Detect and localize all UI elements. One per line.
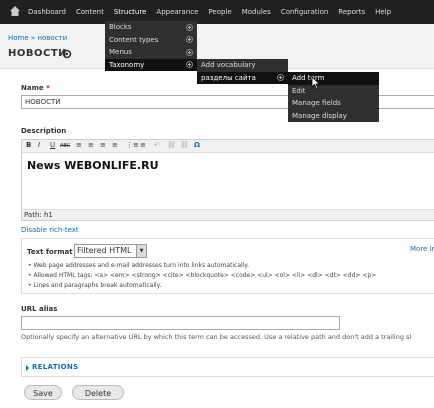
strikethrough-button[interactable]: ABC	[60, 143, 70, 149]
home-icon[interactable]	[8, 4, 22, 18]
text-format-value: Filtered HTML	[77, 246, 132, 255]
menu-item-blocks[interactable]: Blocks	[105, 21, 197, 34]
delete-button[interactable]: Delete	[72, 385, 124, 400]
menu-item-menus[interactable]: Menus	[105, 46, 197, 59]
mouse-cursor-icon	[311, 76, 321, 90]
url-alias-label: URL alias	[21, 305, 58, 313]
special-char-button[interactable]: Ω	[194, 141, 200, 149]
expand-icon	[186, 48, 193, 56]
name-label: Name *	[21, 84, 50, 92]
breadcrumb: Home » новости	[8, 34, 67, 42]
menu-item-manage-display[interactable]: Manage display	[288, 110, 379, 123]
taxonomy-dropdown: Add vocabulary разделы сайта	[197, 59, 288, 84]
toolbar-item-help[interactable]: Help	[375, 8, 391, 16]
toolbar-item-configuration[interactable]: Configuration	[281, 8, 328, 16]
relations-fieldset[interactable]: RELATIONS	[21, 357, 434, 377]
align-left-button[interactable]: ≡	[76, 141, 82, 149]
align-justify-button[interactable]: ≡	[112, 141, 118, 149]
gear-icon[interactable]	[62, 49, 72, 59]
url-alias-input[interactable]	[21, 316, 340, 330]
toolbar-item-people[interactable]: People	[208, 8, 231, 16]
toolbar-item-appearance[interactable]: Appearance	[156, 8, 198, 16]
bold-button[interactable]: B	[26, 141, 31, 149]
disable-rich-text-link[interactable]: Disable rich-text	[21, 226, 79, 234]
editor-path: Path: h1	[22, 209, 434, 220]
text-format-fieldset: Text format Filtered HTML ▼ More in Web …	[21, 238, 434, 294]
structure-dropdown: Blocks Content types Menus Taxonomy	[105, 21, 197, 71]
format-tip: Lines and paragraphs break automatically…	[28, 281, 376, 291]
menu-item-add-term[interactable]: Add term	[288, 72, 379, 85]
text-format-select[interactable]: Filtered HTML ▼	[74, 244, 147, 258]
vocabulary-dropdown: Add term Edit Manage fields Manage displ…	[288, 72, 379, 122]
admin-toolbar: Dashboard Content Structure Appearance P…	[0, 0, 434, 24]
breadcrumb-home[interactable]: Home	[8, 34, 29, 42]
url-alias-description: Optionally specify an alternative URL by…	[21, 333, 412, 341]
expand-icon	[186, 36, 193, 43]
toolbar-item-content[interactable]: Content	[76, 8, 104, 16]
more-info-link[interactable]: More in	[410, 245, 434, 253]
menu-item-edit[interactable]: Edit	[288, 85, 379, 98]
toolbar-item-reports[interactable]: Reports	[338, 8, 365, 16]
toolbar-item-modules[interactable]: Modules	[242, 8, 271, 16]
bullet-list-button[interactable]: ⋮≡	[126, 141, 139, 149]
align-center-button[interactable]: ≡	[88, 141, 94, 149]
unlink-button[interactable]: ⛓	[180, 141, 189, 149]
menu-item-taxonomy[interactable]: Taxonomy	[105, 58, 197, 71]
undo-button[interactable]: ↶	[154, 141, 160, 149]
link-button[interactable]: ⛓	[167, 141, 176, 149]
expand-icon	[186, 61, 193, 68]
relations-label[interactable]: RELATIONS	[32, 363, 78, 371]
menu-item-manage-fields[interactable]: Manage fields	[288, 97, 379, 110]
rich-text-editor[interactable]: B I U ABC ≡ ≡ ≡ ≡ ⋮≡ ≡ ↶ ⛓ ⛓ Ω News WEBO…	[21, 139, 434, 221]
save-button[interactable]: Save	[24, 385, 62, 400]
italic-button[interactable]: I	[38, 141, 40, 149]
format-tip: Allowed HTML tags: <a> <em> <strong> <ci…	[28, 271, 376, 281]
dropdown-arrow-icon: ▼	[136, 245, 146, 257]
toolbar-item-structure[interactable]: Structure	[114, 8, 147, 16]
toolbar-menu: Dashboard Content Structure Appearance P…	[28, 0, 401, 24]
editor-content[interactable]: News WEBONLIFE.RU	[27, 159, 159, 172]
align-right-button[interactable]: ≡	[100, 141, 106, 149]
breadcrumb-separator: »	[30, 34, 36, 42]
underline-button[interactable]: U	[50, 141, 55, 149]
toolbar-item-dashboard[interactable]: Dashboard	[28, 8, 66, 16]
menu-item-content-types[interactable]: Content types	[105, 34, 197, 47]
menu-item-add-vocabulary[interactable]: Add vocabulary	[197, 59, 288, 72]
format-tip: Web page addresses and e-mail addresses …	[28, 261, 376, 271]
breadcrumb-current[interactable]: новости	[37, 34, 67, 42]
required-mark: *	[46, 84, 50, 92]
description-label: Description	[21, 127, 67, 135]
text-format-label: Text format	[27, 248, 73, 256]
format-tips-list: Web page addresses and e-mail addresses …	[28, 261, 376, 291]
numbered-list-button[interactable]: ≡	[140, 141, 146, 149]
menu-item-site-sections[interactable]: разделы сайта	[197, 71, 288, 84]
page-title: НОВОСТИ	[8, 48, 68, 59]
expand-icon	[186, 23, 193, 31]
expand-icon	[277, 74, 284, 81]
editor-toolbar: B I U ABC ≡ ≡ ≡ ≡ ⋮≡ ≡ ↶ ⛓ ⛓ Ω	[22, 140, 434, 153]
expand-triangle-icon	[26, 365, 29, 371]
